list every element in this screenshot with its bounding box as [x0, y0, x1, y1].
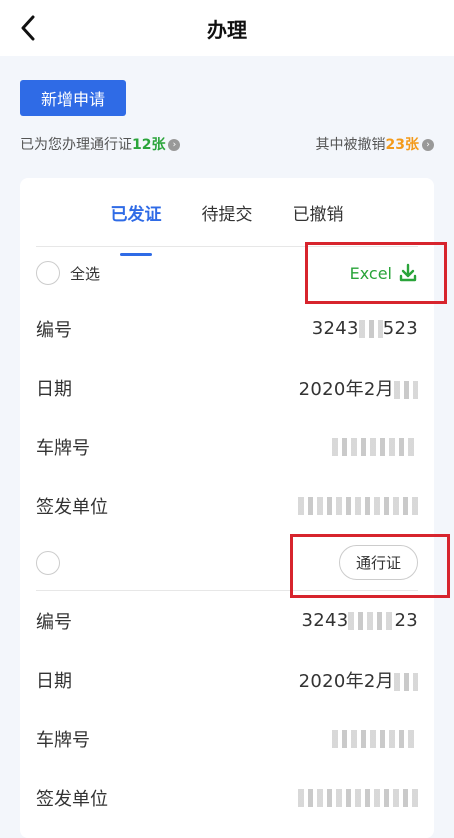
revoked-summary[interactable]: 其中被撤销23张 ›: [316, 134, 434, 154]
download-icon: [399, 263, 417, 282]
field-label: 签发单位: [36, 496, 108, 518]
field-label: 车牌号: [36, 729, 90, 751]
field-value-plate: [332, 728, 418, 749]
field-row-number: 编号 3243 523: [20, 299, 434, 358]
pass-list-card: 已发证 待提交 已撤销 全选 Excel 编号 3243 523 日期 2020年…: [20, 178, 434, 838]
select-all[interactable]: 全选: [36, 261, 100, 285]
select-all-row: 全选 Excel: [20, 247, 434, 299]
item-action-row: 通行证: [20, 535, 434, 590]
field-row-plate: 车牌号: [20, 417, 434, 476]
revoked-summary-text: 其中被撤销: [315, 137, 386, 153]
issued-count: 12张: [132, 137, 166, 153]
field-row-date: 日期 2020年2月: [20, 358, 434, 417]
tab-issued[interactable]: 已发证: [111, 200, 162, 246]
field-value-issuer: [298, 495, 418, 516]
revoked-count: 23张: [385, 137, 419, 153]
field-label: 编号: [36, 319, 72, 341]
view-pass-button[interactable]: 通行证: [338, 545, 418, 580]
top-bar: 办理: [0, 0, 454, 56]
field-label: 日期: [36, 670, 72, 692]
list-item: 编号 3243 23 日期 2020年2月 车牌号 签发单位: [20, 591, 434, 827]
field-value-number: 3243 23: [301, 610, 418, 631]
field-label: 车牌号: [36, 437, 90, 459]
select-all-label: 全选: [70, 264, 101, 283]
issued-summary-text: 已为您办理通行证: [20, 137, 132, 153]
field-label: 签发单位: [36, 788, 108, 810]
excel-label: Excel: [349, 263, 392, 283]
status-tabs: 已发证 待提交 已撤销: [20, 178, 434, 246]
field-row-date: 日期 2020年2月: [20, 650, 434, 709]
field-row-plate: 车牌号: [20, 709, 434, 768]
field-value-issuer: [298, 787, 418, 808]
new-application-button[interactable]: 新增申请: [20, 80, 126, 116]
issued-summary[interactable]: 已为您办理通行证12张 ›: [20, 134, 181, 154]
field-value-number: 3243 523: [311, 318, 418, 339]
field-value-date: 2020年2月: [299, 667, 418, 693]
chevron-right-icon: ›: [422, 139, 434, 151]
item-checkbox[interactable]: [36, 550, 60, 575]
field-label: 日期: [36, 378, 72, 400]
field-row-number: 编号 3243 23: [20, 591, 434, 650]
chevron-right-icon: ›: [168, 139, 181, 151]
field-row-issuer: 签发单位: [20, 476, 434, 535]
field-row-issuer: 签发单位: [20, 768, 434, 827]
back-icon[interactable]: [14, 14, 42, 42]
field-label: 编号: [36, 611, 72, 633]
tab-revoked[interactable]: 已撤销: [293, 200, 344, 246]
excel-export-button[interactable]: Excel: [350, 263, 418, 283]
tab-pending[interactable]: 待提交: [202, 200, 253, 246]
page-title: 办理: [207, 17, 247, 42]
field-value-date: 2020年2月: [299, 375, 418, 401]
list-item: 编号 3243 523 日期 2020年2月 车牌号 签发单位 通行证: [20, 299, 434, 590]
summary-bar: 已为您办理通行证12张 › 其中被撤销23张 ›: [20, 134, 434, 154]
select-all-checkbox[interactable]: [36, 261, 60, 285]
field-value-plate: [332, 436, 418, 457]
